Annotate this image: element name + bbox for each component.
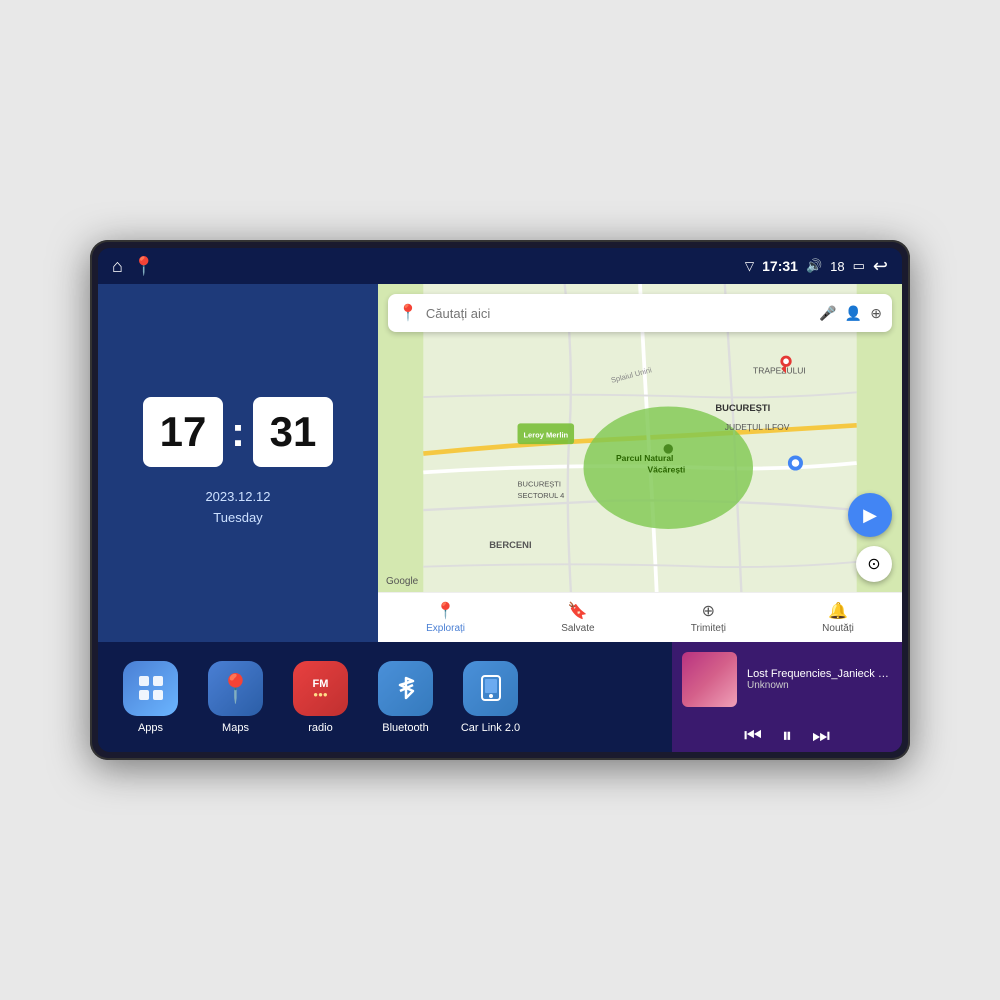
map-background: Parcul Natural Văcărești Leroy Merlin BE… [378,284,902,642]
svg-text:BERCENI: BERCENI [489,539,531,550]
map-navigate-button[interactable]: ▶ [848,493,892,537]
day-value: Tuesday [205,508,270,529]
app-icon-apps[interactable]: Apps [118,661,183,734]
svg-text:BUCUREȘTI: BUCUREȘTI [715,402,770,413]
news-icon: 🔔 [828,601,848,621]
carlink-label: Car Link 2.0 [461,722,520,734]
bluetooth-label: Bluetooth [382,722,428,734]
battery-icon: ▭ [853,258,865,274]
clock-colon: : [231,408,245,456]
app-icon-radio[interactable]: FM ●●● radio [288,661,353,734]
signal-icon: ▽ [745,259,754,273]
main-content: 17 : 31 2023.12.12 Tuesday [98,284,902,642]
send-icon: ⊕ [702,601,715,621]
radio-label: radio [308,722,332,734]
map-svg: Parcul Natural Văcărești Leroy Merlin BE… [378,284,902,642]
maps-status-icon[interactable]: 📍 [133,256,155,277]
music-artist: Unknown [747,680,892,691]
carlink-icon-image [463,661,518,716]
saved-icon: 🔖 [568,601,588,621]
user-avatar-icon[interactable]: 👤 [845,305,862,322]
play-pause-button[interactable]: ⏸ [782,725,792,748]
status-left: ⌂ 📍 [112,256,155,277]
date-display: 2023.12.12 Tuesday [205,487,270,529]
clock-hour: 17 [143,397,223,467]
apps-section: Apps 📍 Maps FM ●●● radio [98,642,672,752]
maps-icon-image: 📍 [208,661,263,716]
device: ⌂ 📍 ▽ 17:31 🔊 18 ▭ ↩ 17 : [90,240,910,760]
svg-text:JUDEȚUL ILFOV: JUDEȚUL ILFOV [725,422,790,432]
map-tab-news[interactable]: 🔔 Noutăți [822,601,854,634]
status-right: ▽ 17:31 🔊 18 ▭ ↩ [745,256,888,277]
map-tab-explore[interactable]: 📍 Explorați [426,601,465,634]
apps-icon-image [123,661,178,716]
explore-label: Explorați [426,623,465,634]
svg-text:BUCUREȘTI: BUCUREȘTI [518,480,561,489]
clock-display: 17 : 31 [143,397,333,467]
voice-search-icon[interactable]: 🎤 [819,305,836,322]
svg-text:Parcul Natural: Parcul Natural [616,453,673,463]
battery-level: 18 [830,259,844,274]
radio-icon-image: FM ●●● [293,661,348,716]
explore-icon: 📍 [436,601,456,621]
music-controls: ⏮ ⏸ ⏭ [672,717,902,752]
map-search-bar[interactable]: 📍 🎤 👤 ⊕ [388,294,892,332]
google-logo: Google [386,576,418,587]
maps-label: Maps [222,722,249,734]
music-text: Lost Frequencies_Janieck Devy-... Unknow… [747,668,892,691]
home-icon[interactable]: ⌂ [112,256,123,277]
music-section: Lost Frequencies_Janieck Devy-... Unknow… [672,642,902,752]
svg-text:TRAPEZULUI: TRAPEZULUI [753,366,806,376]
app-icon-maps[interactable]: 📍 Maps [203,661,268,734]
map-search-input[interactable] [426,306,811,321]
map-tab-send[interactable]: ⊕ Trimiteți [691,601,726,634]
maps-pin-small-icon: 📍 [398,303,418,323]
music-thumbnail-image [682,652,737,707]
svg-text:SECTORUL 4: SECTORUL 4 [518,491,565,500]
svg-text:Leroy Merlin: Leroy Merlin [523,431,568,440]
app-icon-bluetooth[interactable]: Bluetooth [373,661,438,734]
map-panel[interactable]: Parcul Natural Văcărești Leroy Merlin BE… [378,284,902,642]
clock-minute: 31 [253,397,333,467]
map-bottom-tabs: 📍 Explorați 🔖 Salvate ⊕ Trimiteți 🔔 [378,592,902,642]
saved-label: Salvate [561,623,594,634]
back-icon[interactable]: ↩ [873,256,888,277]
app-icon-carlink[interactable]: Car Link 2.0 [458,661,523,734]
news-label: Noutăți [822,623,854,634]
send-label: Trimiteți [691,623,726,634]
map-tab-saved[interactable]: 🔖 Salvate [561,601,594,634]
previous-button[interactable]: ⏮ [744,725,762,748]
map-location-button[interactable]: ⊙ [856,546,892,582]
next-button[interactable]: ⏭ [812,725,830,748]
volume-icon: 🔊 [806,258,822,274]
time-display: 17:31 [762,258,798,274]
layers-icon[interactable]: ⊕ [870,305,882,322]
music-info: Lost Frequencies_Janieck Devy-... Unknow… [672,642,902,717]
date-value: 2023.12.12 [205,487,270,508]
svg-text:Văcărești: Văcărești [648,464,686,474]
bluetooth-icon-image [378,661,433,716]
map-search-icons: 🎤 👤 ⊕ [819,305,882,322]
music-title: Lost Frequencies_Janieck Devy-... [747,668,892,680]
bottom-bar: Apps 📍 Maps FM ●●● radio [98,642,902,752]
status-bar: ⌂ 📍 ▽ 17:31 🔊 18 ▭ ↩ [98,248,902,284]
left-panel: 17 : 31 2023.12.12 Tuesday [98,284,378,642]
apps-label: Apps [138,722,163,734]
music-thumbnail [682,652,737,707]
clock-section: 17 : 31 2023.12.12 Tuesday [98,284,378,642]
screen: ⌂ 📍 ▽ 17:31 🔊 18 ▭ ↩ 17 : [98,248,902,752]
